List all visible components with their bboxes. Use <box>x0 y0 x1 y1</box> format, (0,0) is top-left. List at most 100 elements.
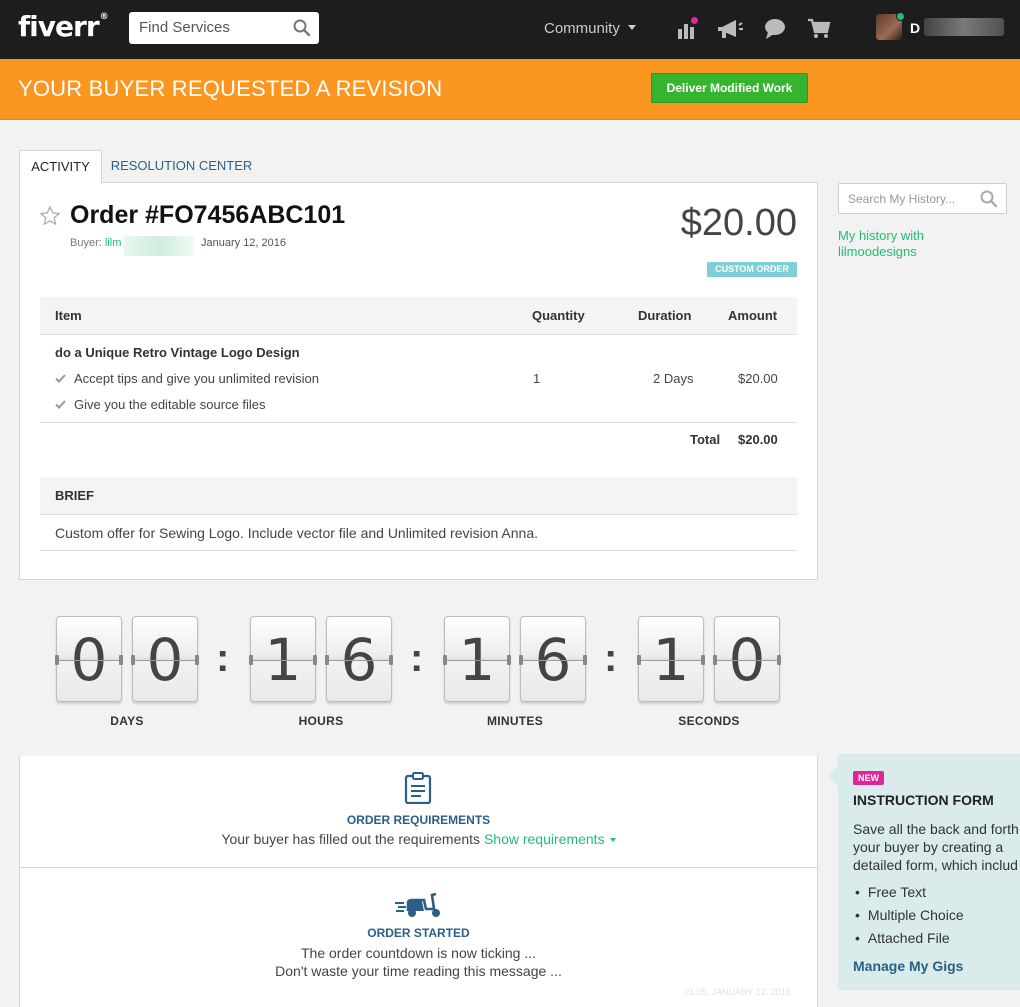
show-requirements-link[interactable]: Show requirements <box>484 831 616 847</box>
flip-hinge <box>55 655 59 665</box>
flip-hinge <box>249 655 253 665</box>
deliver-modified-work-button[interactable]: Deliver Modified Work <box>651 73 808 103</box>
flip-hinge <box>637 655 641 665</box>
countdown-digit: 0 <box>131 616 199 702</box>
countdown-unit-hours: HOURS <box>298 714 344 728</box>
cart-icon[interactable] <box>807 17 831 46</box>
show-requirements-label: Show requirements <box>483 831 605 847</box>
promo-description: Save all the back and forth your buyer b… <box>853 820 1020 874</box>
stats-icon[interactable] <box>676 17 700 46</box>
countdown-unit-days: DAYS <box>110 714 144 728</box>
amount-value: $20.00 <box>738 371 778 386</box>
countdown-colon: : <box>216 636 230 680</box>
search-icon[interactable] <box>980 190 998 213</box>
fiverr-logo[interactable]: fiverr® <box>18 10 109 43</box>
find-services-input[interactable] <box>139 12 289 42</box>
flip-hinge <box>131 655 135 665</box>
flip-hinge <box>313 655 317 665</box>
community-menu[interactable]: Community <box>544 20 636 37</box>
countdown-digit: 0 <box>55 616 123 702</box>
list-item: Multiple Choice <box>853 907 964 930</box>
extra-item-label: Accept tips and give you unlimited revis… <box>74 371 319 386</box>
table-divider <box>40 422 797 423</box>
user-avatar[interactable] <box>876 12 905 40</box>
flip-hinge <box>777 655 781 665</box>
revision-banner: YOUR BUYER REQUESTED A REVISION <box>0 59 1020 120</box>
new-badge: NEW <box>853 771 884 785</box>
flip-divider <box>715 660 779 661</box>
header-item: Item <box>55 308 82 323</box>
promo-feature-list: Free Text Multiple Choice Attached File <box>853 884 964 953</box>
flip-divider <box>445 660 509 661</box>
checkmark-icon <box>55 371 67 386</box>
header-amount: Amount <box>728 308 778 323</box>
brief-divider <box>40 550 797 551</box>
logo-text: fiverr <box>18 10 100 43</box>
flip-hinge <box>583 655 587 665</box>
card-zigzag-edge <box>19 578 818 584</box>
flip-divider <box>57 660 121 661</box>
promo-pointer <box>828 766 838 786</box>
flip-divider <box>251 660 315 661</box>
tab-resolution-center[interactable]: RESOLUTION CENTER <box>104 150 259 183</box>
countdown-digit: 6 <box>519 616 587 702</box>
buyer-label: Buyer: <box>70 237 102 249</box>
list-item: Attached File <box>853 930 964 953</box>
requirements-text: Your buyer has filled out the requiremen… <box>221 831 481 847</box>
countdown-digit: 1 <box>443 616 511 702</box>
countdown-digit: 1 <box>637 616 705 702</box>
history-with-buyer-link[interactable]: My history with lilmoodesigns <box>838 228 948 260</box>
extra-item-label: Give you the editable source files <box>74 397 266 412</box>
star-icon[interactable] <box>39 205 61 232</box>
banner-title: YOUR BUYER REQUESTED A REVISION <box>18 76 443 101</box>
gig-title: do a Unique Retro Vintage Logo Design <box>55 345 300 360</box>
order-table-header: Item Quantity Duration Amount <box>40 297 797 335</box>
search-icon[interactable] <box>293 19 311 42</box>
header-quantity: Quantity <box>532 308 585 323</box>
countdown-unit-minutes: MINUTES <box>486 714 544 728</box>
checkmark-icon <box>55 397 67 412</box>
flip-hinge <box>519 655 523 665</box>
total-label: Total <box>690 432 721 447</box>
scooter-icon <box>394 891 444 924</box>
username-redacted <box>924 18 1004 36</box>
history-search-input[interactable] <box>848 184 978 213</box>
flip-hinge <box>119 655 123 665</box>
order-started-line2: Don't waste your time reading this messa… <box>275 963 562 979</box>
manage-my-gigs-link[interactable]: Manage My Gigs <box>853 958 963 974</box>
chevron-down-icon <box>627 25 636 30</box>
order-date: January 12, 2016 <box>201 237 287 249</box>
order-requirements-text: Your buyer has filled out the requiremen… <box>19 831 818 847</box>
list-item: Free Text <box>853 884 964 907</box>
header-duration: Duration <box>638 308 692 323</box>
extra-item: Give you the editable source files <box>55 397 266 412</box>
countdown-unit-seconds: SECONDS <box>678 714 740 728</box>
duration-value: 2 Days <box>653 371 694 386</box>
flip-hinge <box>195 655 199 665</box>
logo-registered-mark: ® <box>99 12 109 22</box>
buyer-name-link[interactable]: lilm <box>105 237 122 249</box>
flip-hinge <box>713 655 717 665</box>
promo-text-line: Save all the back and forth <box>853 821 1019 837</box>
total-value: $20.00 <box>738 432 778 447</box>
countdown-digit: 1 <box>249 616 317 702</box>
find-services-search <box>129 12 319 44</box>
countdown-digit: 0 <box>713 616 781 702</box>
flip-hinge <box>325 655 329 665</box>
brief-heading: BRIEF <box>40 477 797 515</box>
promo-text-line: detailed form, which includ <box>853 857 1018 873</box>
username[interactable]: D <box>910 20 920 36</box>
extra-item: Accept tips and give you unlimited revis… <box>55 371 319 386</box>
flip-hinge <box>701 655 705 665</box>
promo-title: INSTRUCTION FORM <box>853 792 994 808</box>
tab-activity[interactable]: ACTIVITY <box>19 150 102 184</box>
flip-divider <box>521 660 585 661</box>
chat-icon[interactable] <box>763 17 787 46</box>
quantity-value: 1 <box>533 371 541 386</box>
order-started-title: ORDER STARTED <box>367 926 470 940</box>
history-search <box>838 183 1007 214</box>
buyer-name-redacted <box>124 236 194 256</box>
flip-hinge <box>507 655 511 665</box>
flip-hinge <box>389 655 393 665</box>
megaphone-icon[interactable] <box>716 17 744 46</box>
